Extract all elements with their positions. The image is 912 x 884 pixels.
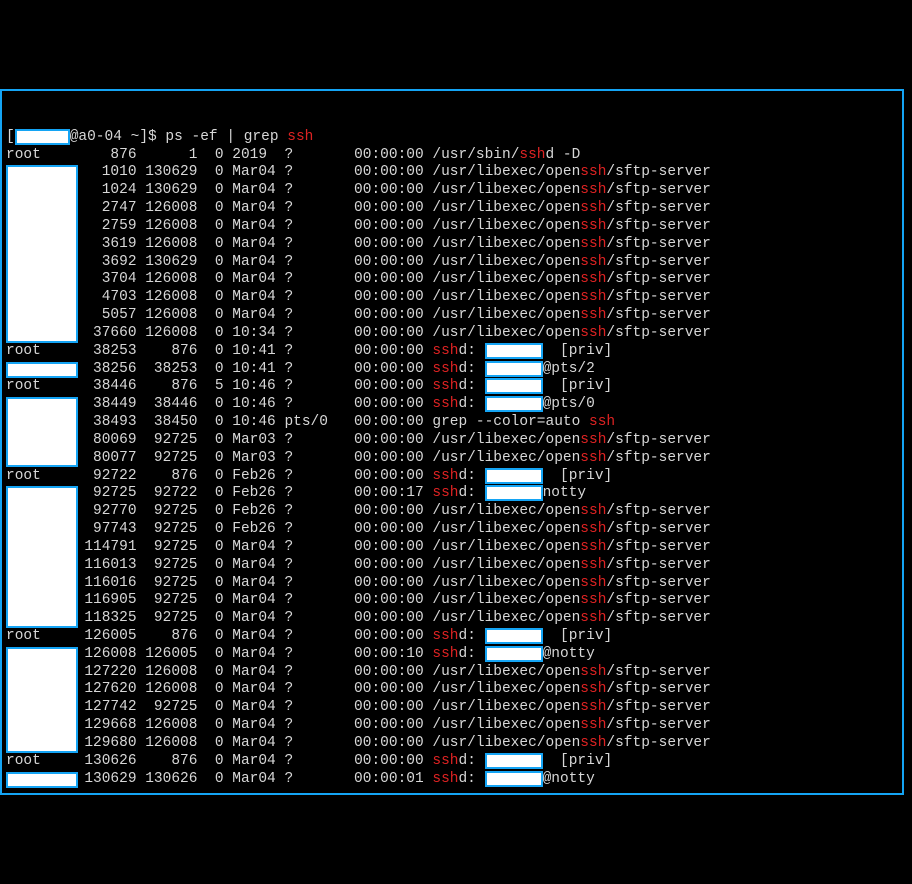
match-ssh: ssh bbox=[580, 575, 606, 591]
redaction-block bbox=[485, 361, 543, 377]
redaction-block bbox=[485, 753, 543, 769]
match-ssh: ssh bbox=[580, 164, 606, 180]
match-ssh: ssh bbox=[432, 485, 458, 501]
match-ssh: ssh bbox=[432, 771, 458, 787]
process-row: 116016 92725 0 Mar04 ? 00:00:00 /usr/lib… bbox=[6, 575, 898, 593]
match-ssh: ssh bbox=[432, 646, 458, 662]
process-row: 97743 92725 0 Feb26 ? 00:00:00 /usr/libe… bbox=[6, 521, 898, 539]
process-row: 80077 92725 0 Mar03 ? 00:00:00 /usr/libe… bbox=[6, 450, 898, 468]
redaction-block bbox=[485, 396, 543, 412]
match-ssh: ssh bbox=[580, 664, 606, 680]
match-ssh: ssh bbox=[432, 396, 458, 412]
match-ssh: ssh bbox=[580, 717, 606, 733]
redaction-block bbox=[6, 362, 78, 378]
process-row: 1024 130629 0 Mar04 ? 00:00:00 /usr/libe… bbox=[6, 182, 898, 200]
process-row: root 126005 876 0 Mar04 ? 00:00:00 sshd:… bbox=[6, 628, 898, 646]
redaction-block bbox=[6, 772, 78, 788]
redaction-block bbox=[485, 378, 543, 394]
match-ssh: ssh bbox=[580, 539, 606, 555]
redaction-block bbox=[485, 343, 543, 359]
process-row: 127220 126008 0 Mar04 ? 00:00:00 /usr/li… bbox=[6, 664, 898, 682]
process-row: root 876 1 0 2019 ? 00:00:00 /usr/sbin/s… bbox=[6, 147, 898, 165]
redaction-block bbox=[6, 486, 78, 628]
match-ssh: ssh bbox=[580, 610, 606, 626]
match-ssh: ssh bbox=[580, 218, 606, 234]
redaction-block bbox=[6, 397, 78, 467]
process-row: root 130626 876 0 Mar04 ? 00:00:00 sshd:… bbox=[6, 753, 898, 771]
process-row: 37660 126008 0 10:34 ? 00:00:00 /usr/lib… bbox=[6, 325, 898, 343]
process-row: 5057 126008 0 Mar04 ? 00:00:00 /usr/libe… bbox=[6, 307, 898, 325]
process-row: 116013 92725 0 Mar04 ? 00:00:00 /usr/lib… bbox=[6, 557, 898, 575]
redaction-block bbox=[485, 468, 543, 484]
match-ssh: ssh bbox=[519, 147, 545, 163]
match-ssh: ssh bbox=[580, 699, 606, 715]
prompt-line: [@a0-04 ~]$ ps -ef | grep ssh bbox=[6, 129, 898, 147]
redaction-block bbox=[485, 485, 543, 501]
process-row: 126008 126005 0 Mar04 ? 00:00:10 sshd: @… bbox=[6, 646, 898, 664]
uid-root: root bbox=[6, 753, 76, 769]
process-row: 3619 126008 0 Mar04 ? 00:00:00 /usr/libe… bbox=[6, 236, 898, 254]
match-ssh: ssh bbox=[589, 414, 615, 430]
match-ssh: ssh bbox=[580, 182, 606, 198]
process-row: root 38446 876 5 10:46 ? 00:00:00 sshd: … bbox=[6, 378, 898, 396]
match-ssh: ssh bbox=[287, 129, 313, 145]
match-ssh: ssh bbox=[580, 271, 606, 287]
redaction-block bbox=[485, 771, 543, 787]
process-row: 118325 92725 0 Mar04 ? 00:00:00 /usr/lib… bbox=[6, 610, 898, 628]
match-ssh: ssh bbox=[580, 236, 606, 252]
process-row: 1010 130629 0 Mar04 ? 00:00:00 /usr/libe… bbox=[6, 164, 898, 182]
redaction-block bbox=[6, 165, 78, 343]
process-row: 116905 92725 0 Mar04 ? 00:00:00 /usr/lib… bbox=[6, 592, 898, 610]
match-ssh: ssh bbox=[432, 468, 458, 484]
process-row: 3692 130629 0 Mar04 ? 00:00:00 /usr/libe… bbox=[6, 254, 898, 272]
redaction-block bbox=[15, 129, 70, 145]
process-row: 114791 92725 0 Mar04 ? 00:00:00 /usr/lib… bbox=[6, 539, 898, 557]
match-ssh: ssh bbox=[580, 307, 606, 323]
match-ssh: ssh bbox=[432, 378, 458, 394]
uid-root: root bbox=[6, 343, 76, 359]
match-ssh: ssh bbox=[580, 254, 606, 270]
match-ssh: ssh bbox=[580, 521, 606, 537]
process-row: 4703 126008 0 Mar04 ? 00:00:00 /usr/libe… bbox=[6, 289, 898, 307]
match-ssh: ssh bbox=[580, 592, 606, 608]
match-ssh: ssh bbox=[580, 735, 606, 751]
process-row: 2747 126008 0 Mar04 ? 00:00:00 /usr/libe… bbox=[6, 200, 898, 218]
match-ssh: ssh bbox=[580, 289, 606, 305]
match-ssh: ssh bbox=[580, 557, 606, 573]
process-row: 2759 126008 0 Mar04 ? 00:00:00 /usr/libe… bbox=[6, 218, 898, 236]
redaction-block bbox=[485, 628, 543, 644]
process-row: 92725 92722 0 Feb26 ? 00:00:17 sshd: not… bbox=[6, 485, 898, 503]
match-ssh: ssh bbox=[432, 343, 458, 359]
process-row: 38256 38253 0 10:41 ? 00:00:00 sshd: @pt… bbox=[6, 361, 898, 379]
process-row: 92770 92725 0 Feb26 ? 00:00:00 /usr/libe… bbox=[6, 503, 898, 521]
match-ssh: ssh bbox=[580, 432, 606, 448]
terminal-content[interactable]: [@a0-04 ~]$ ps -ef | grep sshroot 876 1 … bbox=[6, 129, 898, 789]
process-row: 3704 126008 0 Mar04 ? 00:00:00 /usr/libe… bbox=[6, 271, 898, 289]
match-ssh: ssh bbox=[432, 753, 458, 769]
process-row: root 38253 876 0 10:41 ? 00:00:00 sshd: … bbox=[6, 343, 898, 361]
process-row: 127742 92725 0 Mar04 ? 00:00:00 /usr/lib… bbox=[6, 699, 898, 717]
process-row: 130629 130626 0 Mar04 ? 00:00:01 sshd: @… bbox=[6, 771, 898, 789]
process-row: 80069 92725 0 Mar03 ? 00:00:00 /usr/libe… bbox=[6, 432, 898, 450]
terminal-window[interactable]: [@a0-04 ~]$ ps -ef | grep sshroot 876 1 … bbox=[0, 89, 904, 795]
uid-root: root bbox=[6, 468, 76, 484]
match-ssh: ssh bbox=[432, 361, 458, 377]
match-ssh: ssh bbox=[580, 681, 606, 697]
process-row: 129680 126008 0 Mar04 ? 00:00:00 /usr/li… bbox=[6, 735, 898, 753]
process-row: 38493 38450 0 10:46 pts/0 00:00:00 grep … bbox=[6, 414, 898, 432]
uid-root: root bbox=[6, 147, 76, 163]
uid-root: root bbox=[6, 378, 76, 394]
match-ssh: ssh bbox=[580, 503, 606, 519]
redaction-block bbox=[6, 647, 78, 753]
process-row: 127620 126008 0 Mar04 ? 00:00:00 /usr/li… bbox=[6, 681, 898, 699]
process-row: 38449 38446 0 10:46 ? 00:00:00 sshd: @pt… bbox=[6, 396, 898, 414]
match-ssh: ssh bbox=[580, 325, 606, 341]
process-row: 129668 126008 0 Mar04 ? 00:00:00 /usr/li… bbox=[6, 717, 898, 735]
process-row: root 92722 876 0 Feb26 ? 00:00:00 sshd: … bbox=[6, 468, 898, 486]
redaction-block bbox=[485, 646, 543, 662]
match-ssh: ssh bbox=[432, 628, 458, 644]
match-ssh: ssh bbox=[580, 450, 606, 466]
uid-root: root bbox=[6, 628, 76, 644]
match-ssh: ssh bbox=[580, 200, 606, 216]
